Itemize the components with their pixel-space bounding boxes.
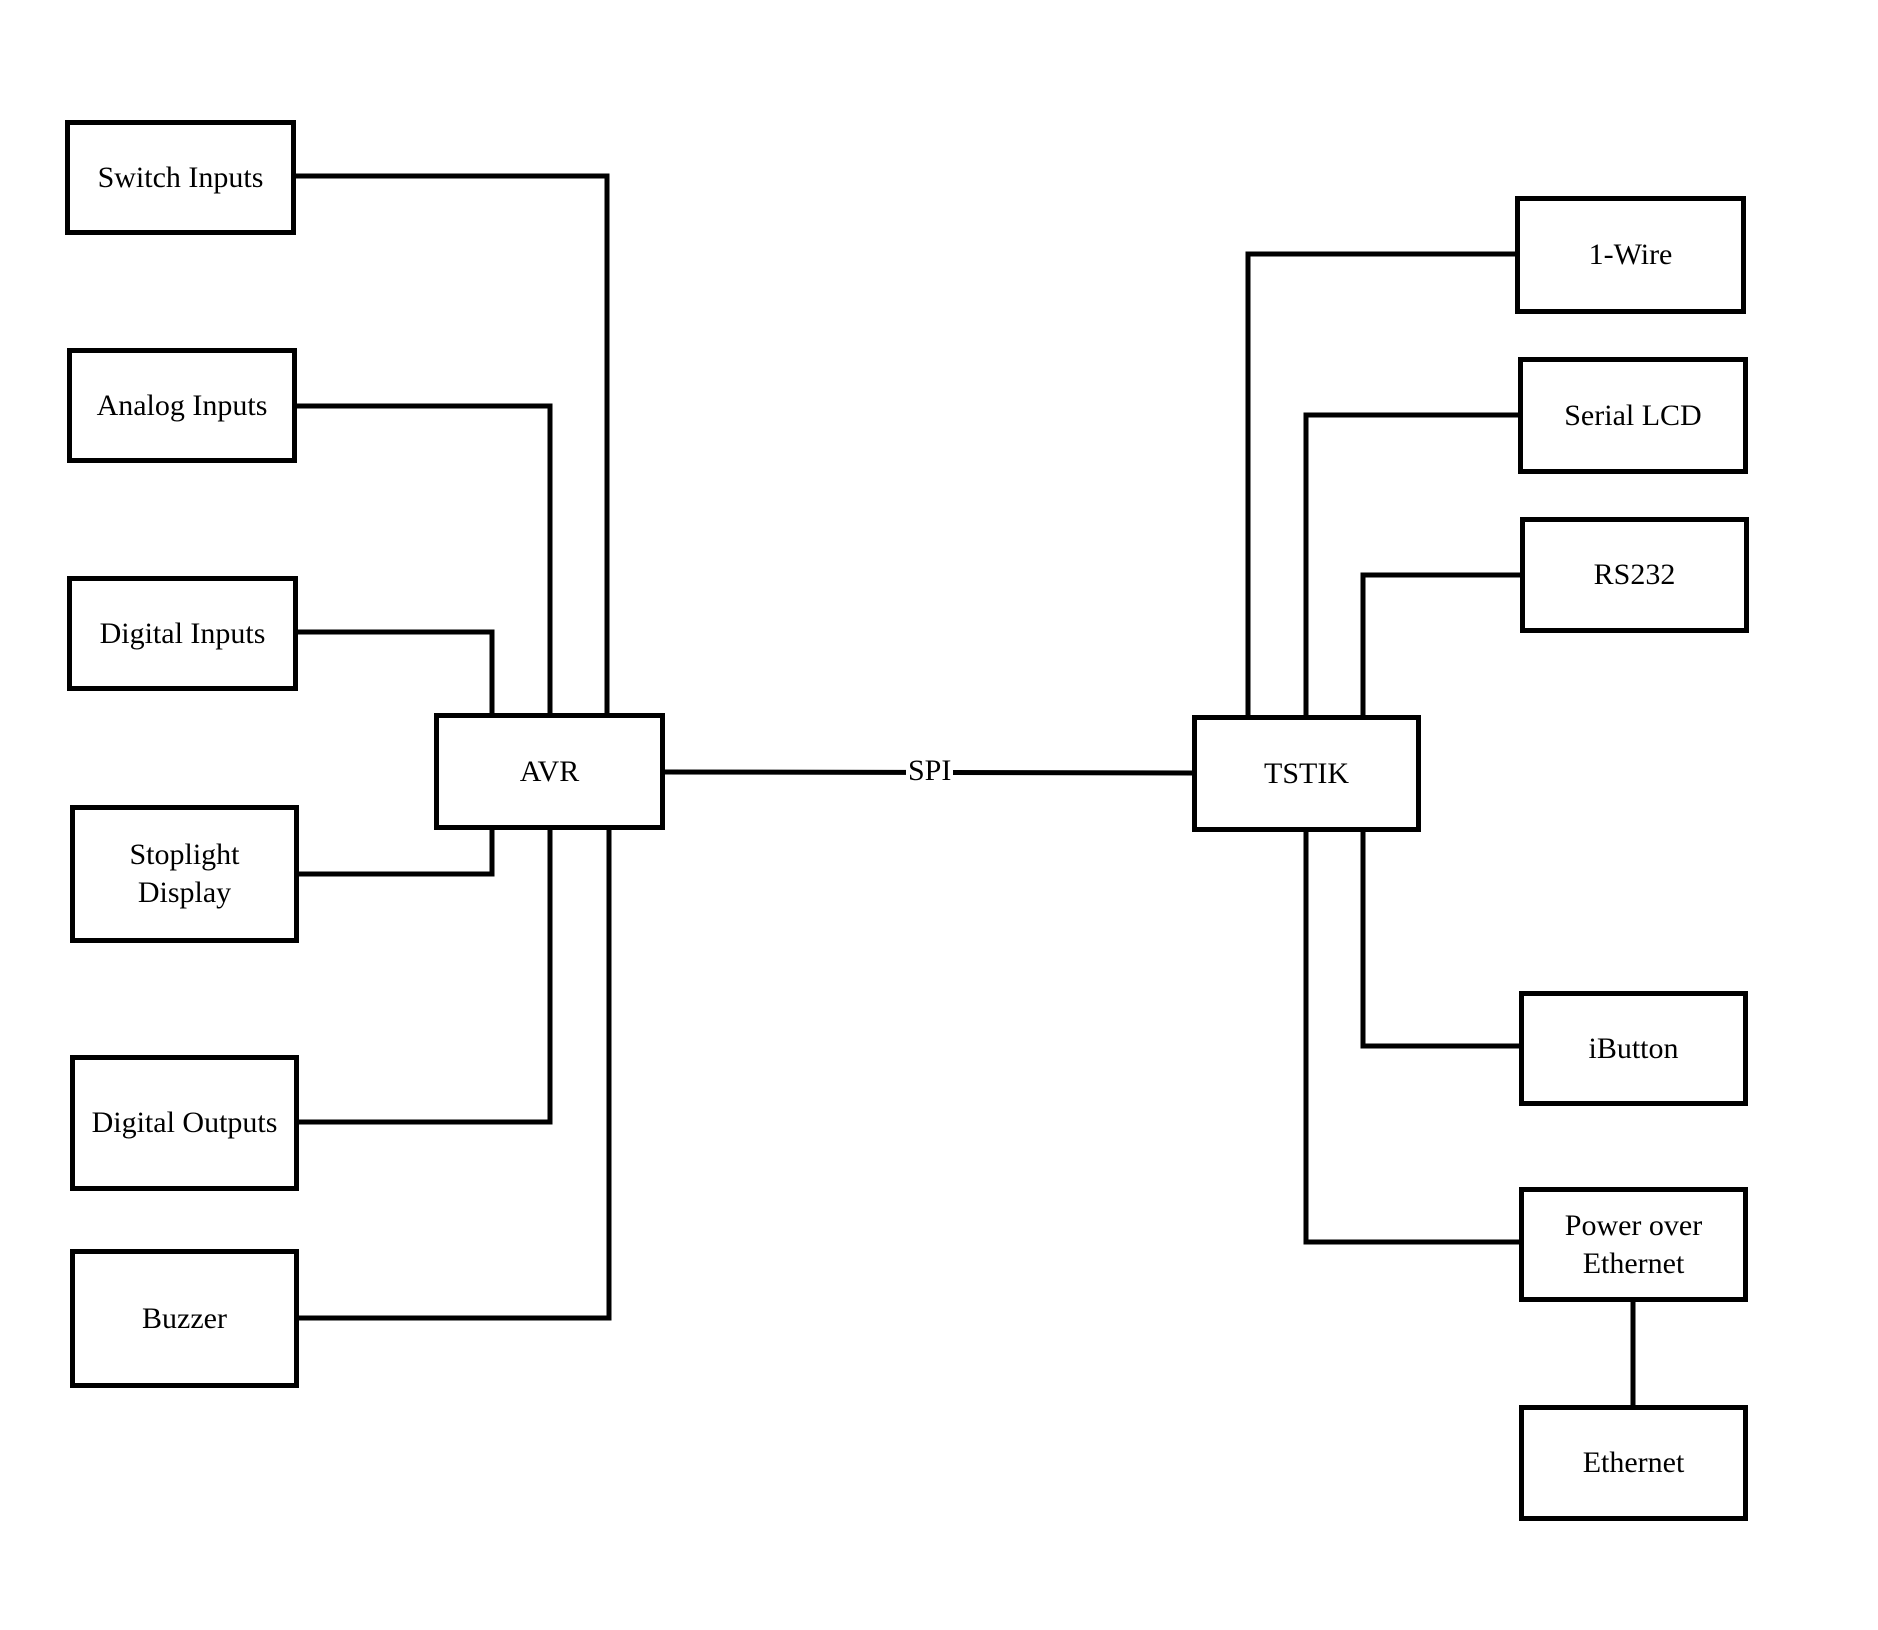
wire-tstik-ibutton (1360, 827, 1522, 1049)
block-ethernet: Ethernet (1519, 1405, 1748, 1521)
wire-tstik-rs232 (1360, 572, 1523, 718)
wire-tstik-one-wire (1245, 251, 1520, 718)
block-one-wire: 1-Wire (1515, 196, 1746, 314)
block-rs232: RS232 (1520, 517, 1749, 633)
block-buzzer: Buzzer (70, 1249, 299, 1388)
wire-stoplight-display-avr (295, 825, 495, 877)
block-digital-outputs: Digital Outputs (70, 1055, 299, 1191)
wire-digital-inputs-avr (293, 629, 495, 716)
block-switch-inputs: Switch Inputs (65, 120, 296, 235)
block-avr: AVR (434, 713, 665, 830)
block-diagram: SPI Switch Inputs Analog Inputs Digital … (0, 0, 1878, 1630)
wire-analog-inputs-avr (293, 403, 553, 716)
wire-tstik-serial-lcd (1303, 412, 1522, 718)
block-power-over-ethernet: Power over Ethernet (1519, 1187, 1748, 1302)
block-digital-inputs: Digital Inputs (67, 576, 298, 691)
block-analog-inputs: Analog Inputs (67, 348, 297, 463)
block-tstik: TSTIK (1192, 715, 1421, 832)
spi-link-label: SPI (906, 754, 954, 788)
block-ibutton: iButton (1519, 991, 1748, 1106)
wire-tstik-poe (1303, 827, 1522, 1245)
wire-buzzer-avr (295, 825, 612, 1321)
block-serial-lcd: Serial LCD (1518, 357, 1748, 474)
block-stoplight-display: Stoplight Display (70, 805, 299, 943)
